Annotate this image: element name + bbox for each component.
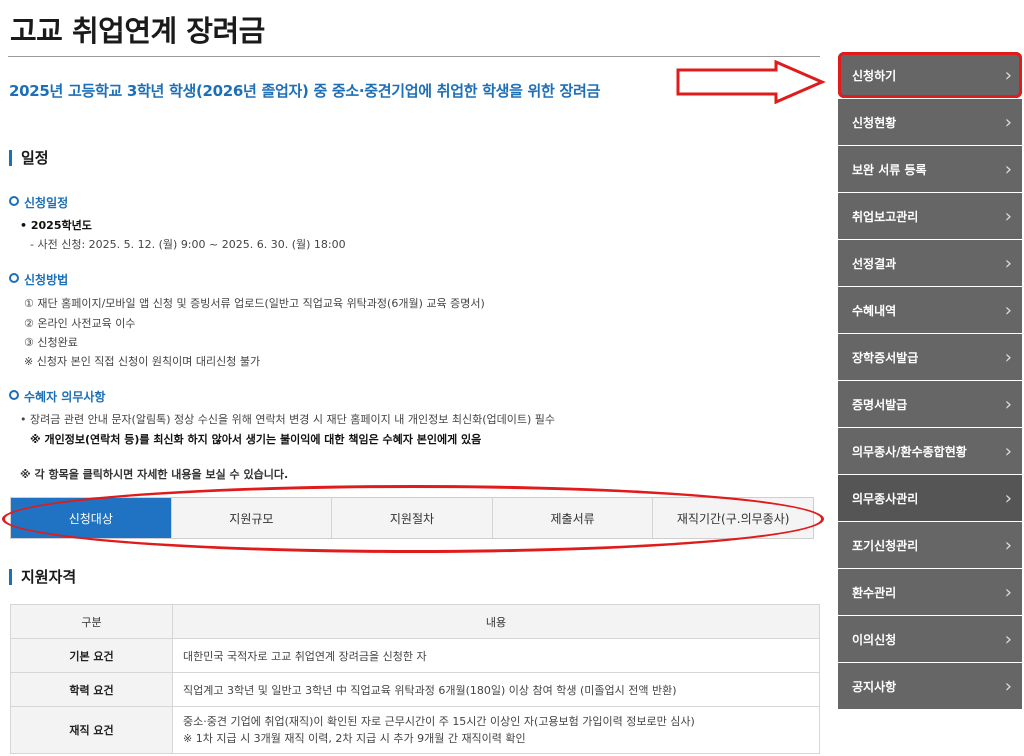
row-label: 재직 요건 [10, 706, 173, 754]
side-item-label: 수혜내역 [852, 303, 897, 318]
row-label: 기본 요건 [10, 638, 173, 673]
apply-step-2: ② 온라인 사전교육 이수 [24, 317, 136, 330]
tab-documents[interactable]: 제출서류 [493, 498, 654, 538]
chevron-right-icon: › [1004, 346, 1012, 368]
side-item-label: 신청현황 [852, 115, 897, 130]
schedule-detail: - 사전 신청: 2025. 5. 12. (월) 9:00 ~ 2025. 6… [30, 238, 346, 251]
row-content-line-1: 중소·중견 기업에 취업(재직)이 확인된 자로 근무시간이 주 15시간 이상… [183, 715, 695, 728]
side-item-label: 증명서발급 [852, 397, 908, 412]
obligations-heading-text: 수혜자 의무사항 [24, 390, 106, 404]
side-item-label: 신청하기 [852, 68, 897, 83]
side-menu: 신청하기 › 신청현황 › 보완 서류 등록 › 취업보고관리 › 선정결과 › 수혜내역… [838, 52, 1022, 710]
chevron-right-icon: › [1004, 64, 1012, 86]
apply-method-heading: 신청방법 [9, 271, 68, 288]
tab-eligibility[interactable]: 신청대상 [11, 498, 172, 538]
chevron-right-icon: › [1004, 393, 1012, 415]
obligations-heading: 수혜자 의무사항 [9, 388, 105, 405]
side-item-label: 선정결과 [852, 256, 897, 271]
apply-method-heading-text: 신청방법 [24, 273, 69, 287]
side-item-label: 이의신청 [852, 632, 897, 647]
row-content-line-2: ※ 1차 지급 시 3개월 재직 이력, 2차 지급 시 추가 9개월 간 재직… [183, 732, 526, 745]
side-item-duty-management[interactable]: 의무종사관리 › [838, 475, 1022, 521]
chevron-right-icon: › [1004, 581, 1012, 603]
apply-schedule-heading-text: 신청일정 [24, 196, 69, 210]
side-item-waiver-management[interactable]: 포기신청관리 › [838, 522, 1022, 568]
side-item-label: 보완 서류 등록 [852, 162, 927, 177]
side-item-label: 의무종사/환수종합현황 [852, 444, 967, 459]
row-content: 대한민국 국적자로 고교 취업연계 장려금을 신청한 자 [172, 638, 820, 673]
chevron-right-icon: › [1004, 111, 1012, 133]
row-content: 직업계고 3학년 및 일반고 3학년 中 직업교육 위탁과정 6개월(180일)… [172, 672, 820, 707]
table-header-category: 구분 [10, 604, 173, 639]
apply-step-3: ③ 신청완료 [24, 336, 78, 349]
side-item-label: 의무종사관리 [852, 491, 919, 506]
info-tab-bar: 신청대상 지원규모 지원절차 제출서류 재직기간(구.의무종사) [10, 497, 814, 539]
annotation-arrow-icon [676, 60, 826, 104]
side-item-certificate[interactable]: 증명서발급 › [838, 381, 1022, 427]
page-subtitle: 2025년 고등학교 3학년 학생(2026년 졸업자) 중 중소·중견기업에 … [9, 82, 600, 100]
side-item-label: 취업보고관리 [852, 209, 919, 224]
side-item-label: 환수관리 [852, 585, 897, 600]
side-item-duty-refund-status[interactable]: 의무종사/환수종합현황 › [838, 428, 1022, 474]
eligibility-table: 구분 내용 기본 요건 대한민국 국적자로 고교 취업연계 장려금을 신청한 자… [10, 604, 820, 754]
page-title: 고교 취업연계 장려금 [10, 14, 265, 48]
obligations-warning: ※ 개인정보(연락처 등)를 최신화 하지 않아서 생기는 불이익에 대한 책임… [30, 433, 482, 446]
chevron-right-icon: › [1004, 440, 1012, 462]
side-item-objection[interactable]: 이의신청 › [838, 616, 1022, 662]
chevron-right-icon: › [1004, 534, 1012, 556]
table-row: 학력 요건 직업계고 3학년 및 일반고 3학년 中 직업교육 위탁과정 6개월… [10, 672, 820, 707]
chevron-right-icon: › [1004, 205, 1012, 227]
side-item-label: 공지사항 [852, 679, 897, 694]
side-item-selection-result[interactable]: 선정결과 › [838, 240, 1022, 286]
chevron-right-icon: › [1004, 675, 1012, 697]
apply-step-1: ① 재단 홈페이지/모바일 앱 신청 및 증빙서류 업로드(일반고 직업교육 위… [24, 297, 485, 310]
table-header-row: 구분 내용 [10, 604, 820, 639]
side-item-supplement-docs[interactable]: 보완 서류 등록 › [838, 146, 1022, 192]
side-item-employment-report[interactable]: 취업보고관리 › [838, 193, 1022, 239]
title-divider [8, 56, 820, 57]
obligations-item: • 장려금 관련 안내 문자(알림톡) 정상 수신을 위해 연락처 변경 시 재… [20, 413, 555, 426]
side-item-scholarship-cert[interactable]: 장학증서발급 › [838, 334, 1022, 380]
row-label: 학력 요건 [10, 672, 173, 707]
section-title-eligibility: 지원자격 [9, 569, 76, 585]
chevron-right-icon: › [1004, 628, 1012, 650]
side-item-status[interactable]: 신청현황 › [838, 99, 1022, 145]
side-item-apply[interactable]: 신청하기 › [838, 52, 1022, 98]
chevron-right-icon: › [1004, 158, 1012, 180]
table-row: 재직 요건 중소·중견 기업에 취업(재직)이 확인된 자로 근무시간이 주 1… [10, 706, 820, 754]
side-item-label: 장학증서발급 [852, 350, 919, 365]
ring-bullet-icon [9, 273, 19, 283]
tab-support-scale[interactable]: 지원규모 [172, 498, 333, 538]
table-row: 기본 요건 대한민국 국적자로 고교 취업연계 장려금을 신청한 자 [10, 638, 820, 673]
schedule-year: • 2025학년도 [20, 219, 92, 232]
chevron-right-icon: › [1004, 299, 1012, 321]
chevron-right-icon: › [1004, 487, 1012, 509]
ring-bullet-icon [9, 390, 19, 400]
tab-employment-period[interactable]: 재직기간(구.의무종사) [653, 498, 813, 538]
ring-bullet-icon [9, 196, 19, 206]
side-item-label: 포기신청관리 [852, 538, 919, 553]
row-content: 중소·중견 기업에 취업(재직)이 확인된 자로 근무시간이 주 15시간 이상… [172, 706, 820, 754]
side-item-refund-management[interactable]: 환수관리 › [838, 569, 1022, 615]
side-item-benefit-history[interactable]: 수혜내역 › [838, 287, 1022, 333]
apply-method-note: ※ 신청자 본인 직접 신청이 원칙이며 대리신청 불가 [24, 355, 261, 368]
click-note: ※ 각 항목을 클릭하시면 자세한 내용을 보실 수 있습니다. [20, 468, 289, 481]
chevron-right-icon: › [1004, 252, 1012, 274]
section-title-schedule: 일정 [9, 150, 49, 166]
table-header-content: 내용 [172, 604, 820, 639]
apply-schedule-heading: 신청일정 [9, 194, 68, 211]
tab-support-procedure[interactable]: 지원절차 [332, 498, 493, 538]
side-item-notice[interactable]: 공지사항 › [838, 663, 1022, 709]
